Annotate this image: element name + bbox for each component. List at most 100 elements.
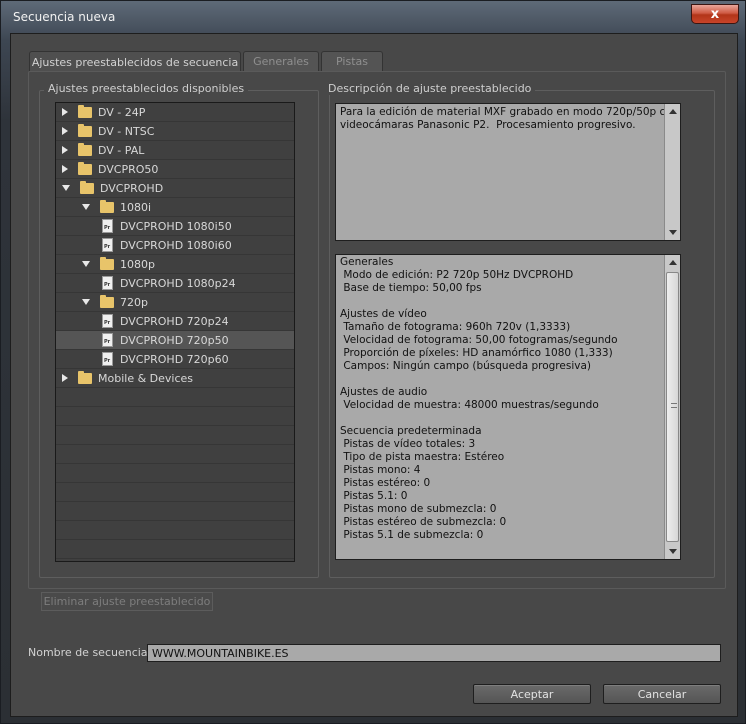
text-line: Pistas de vídeo totales: 3 [340, 438, 476, 450]
text-line: videocámaras Panasonic P2. Procesamiento… [340, 119, 636, 131]
tree-item-preset[interactable]: DVCPROHD 1080i50 [56, 217, 294, 236]
scroll-down-icon[interactable] [669, 230, 677, 235]
expand-right-icon[interactable] [62, 127, 68, 135]
tree-item-folder[interactable]: Mobile & Devices [56, 369, 294, 388]
tree-item-preset[interactable]: DVCPROHD 720p24 [56, 312, 294, 331]
dialog-window: Secuencia nueva x Ajustes preestablecido… [0, 0, 746, 724]
tab-presets-label: Ajustes preestablecidos de secuencia [31, 55, 239, 69]
description-scrollbar[interactable] [664, 104, 680, 240]
text-line: Pistas mono de submezcla: 0 [340, 503, 497, 515]
text-line: Pistas mono: 4 [340, 464, 421, 476]
tree-item-folder[interactable]: DVCPRO50 [56, 160, 294, 179]
text-line: Ajustes de audio [340, 386, 428, 398]
scroll-up-icon[interactable] [669, 260, 677, 265]
tree-item-preset[interactable]: DVCPROHD 720p60 [56, 350, 294, 369]
tree-item-folder[interactable]: DV - 24P [56, 103, 294, 122]
tree-item-label: DV - NTSC [98, 124, 155, 138]
presets-tree[interactable]: DV - 24P DV - NTSC DV - PAL DVCPRO50 DVCPROH… [55, 102, 295, 562]
tree-item-folder[interactable]: 720p [56, 293, 294, 312]
tree-item-preset[interactable]: DVCPROHD 1080i60 [56, 236, 294, 255]
tree-item-folder[interactable]: DV - PAL [56, 141, 294, 160]
tree-item-folder[interactable]: DV - NTSC [56, 122, 294, 141]
folder-icon [100, 294, 114, 308]
details-textbox[interactable]: Generales Modo de edición: P2 720p 50Hz … [335, 254, 681, 560]
tree-empty-row [56, 502, 294, 521]
tree-item-label: DVCPROHD 1080i60 [120, 238, 232, 252]
cancel-button[interactable]: Cancelar [603, 684, 721, 704]
tree-item-label: 1080p [120, 257, 155, 271]
tab-presets[interactable]: Ajustes preestablecidos de secuencia [29, 51, 241, 72]
text-line: Pistas estéreo de submezcla: 0 [340, 516, 507, 528]
presets-group-label: Ajustes preestablecidos disponibles [44, 82, 249, 95]
folder-icon [100, 256, 114, 270]
close-icon: x [710, 6, 720, 22]
details-text: Generales Modo de edición: P2 720p 50Hz … [336, 255, 680, 543]
preset-file-icon [102, 219, 113, 233]
tree-empty-row [56, 426, 294, 445]
text-line [340, 373, 676, 386]
tree-item-label: DVCPROHD 720p60 [120, 352, 229, 366]
folder-icon [100, 199, 114, 213]
tab-tracks[interactable]: Pistas [321, 51, 383, 71]
tree-item-label: DVCPRO50 [98, 162, 159, 176]
description-textbox[interactable]: Para la edición de material MXF grabado … [335, 103, 681, 241]
expand-right-icon[interactable] [62, 108, 68, 116]
tree-item-label: DVCPROHD 1080p24 [120, 276, 236, 290]
expand-down-icon[interactable] [82, 299, 90, 305]
text-line: Pistas 5.1 de submezcla: 0 [340, 529, 484, 541]
folder-icon [78, 370, 92, 384]
tree-item-label: 720p [120, 295, 148, 309]
tree-item-label: DV - 24P [98, 105, 146, 119]
tree-item-label: DVCPROHD 1080i50 [120, 219, 232, 233]
preset-file-icon [102, 276, 113, 290]
tree-empty-row [56, 445, 294, 464]
tree-item-folder[interactable]: DVCPROHD [56, 179, 294, 198]
tree-empty-row [56, 407, 294, 426]
tab-general-label: Generales [253, 55, 309, 68]
scroll-thumb[interactable] [666, 272, 679, 542]
preset-file-icon [102, 333, 113, 347]
text-line: Ajustes de vídeo [340, 308, 427, 320]
close-button[interactable]: x [691, 4, 739, 24]
preset-file-icon [102, 238, 113, 252]
text-line: Para la edición de material MXF grabado … [340, 106, 679, 118]
grip-icon [671, 403, 677, 408]
folder-icon [78, 161, 92, 175]
expand-down-icon[interactable] [62, 185, 70, 191]
tree-item-preset[interactable]: DVCPROHD 720p50 [56, 331, 294, 350]
sequence-name-input[interactable] [147, 644, 721, 662]
expand-right-icon[interactable] [62, 146, 68, 154]
folder-icon [78, 123, 92, 137]
folder-icon [78, 104, 92, 118]
tree-item-preset[interactable]: DVCPROHD 1080p24 [56, 274, 294, 293]
text-line: Velocidad de muestra: 48000 muestras/seg… [340, 399, 599, 411]
tab-tracks-label: Pistas [336, 55, 368, 68]
ok-button[interactable]: Aceptar [473, 684, 591, 704]
description-group-label: Descripción de ajuste preestablecido [324, 82, 536, 95]
preset-file-icon [102, 314, 113, 328]
text-line: Tamaño de fotograma: 960h 720v (1,3333) [340, 321, 571, 333]
text-line: Tipo de pista maestra: Estéreo [340, 451, 505, 463]
tab-general[interactable]: Generales [243, 51, 319, 71]
tree-empty-row [56, 464, 294, 483]
scroll-down-icon[interactable] [669, 549, 677, 554]
tree-item-label: DVCPROHD 720p50 [120, 333, 229, 347]
tree-item-folder[interactable]: 1080p [56, 255, 294, 274]
text-line [340, 412, 676, 425]
details-scrollbar[interactable] [664, 255, 680, 559]
tree-empty-row [56, 388, 294, 407]
sequence-name-label: Nombre de secuencia: [28, 646, 152, 659]
tree-empty-row [56, 521, 294, 540]
expand-down-icon[interactable] [82, 261, 90, 267]
expand-right-icon[interactable] [62, 374, 68, 382]
tree-item-label: 1080i [120, 200, 152, 214]
tree-item-folder[interactable]: 1080i [56, 198, 294, 217]
expand-right-icon[interactable] [62, 165, 68, 173]
tree-item-label: DVCPROHD [100, 181, 164, 195]
text-line: Pistas 5.1: 0 [340, 490, 408, 502]
expand-down-icon[interactable] [82, 204, 90, 210]
delete-preset-button[interactable]: Eliminar ajuste preestablecido [41, 592, 213, 611]
text-line [340, 295, 676, 308]
title-bar[interactable]: Secuencia nueva x [1, 1, 746, 33]
scroll-up-icon[interactable] [669, 109, 677, 114]
